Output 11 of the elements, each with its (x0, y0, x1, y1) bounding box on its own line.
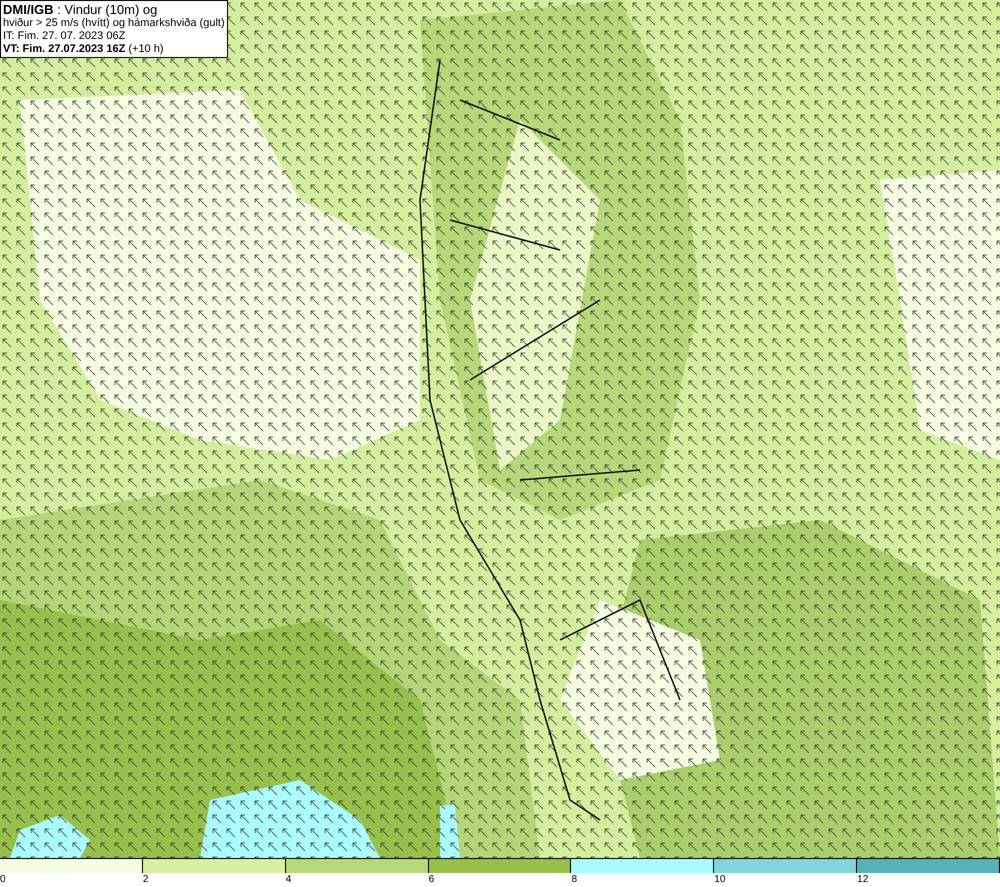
header-line: hviður > 25 m/s (hvítt) og hámarkshviða (gult) (3, 17, 225, 30)
legend-label: 2 (142, 873, 148, 887)
legend-label: 0 (0, 873, 6, 887)
legend-label: 10 (714, 873, 726, 887)
header-line: IT: Fim. 27. 07. 2023 06Z (3, 30, 126, 43)
legend-label: 4 (286, 873, 292, 887)
header-line: VT: Fim. 27.07.2023 16Z (+10 h) (3, 43, 165, 56)
legend-label: 8 (571, 873, 577, 887)
header-line: DMI/IGB : Vindur (10m) og (3, 2, 158, 17)
legend-label: 6 (428, 873, 434, 887)
legend-label: 12 (857, 873, 868, 887)
